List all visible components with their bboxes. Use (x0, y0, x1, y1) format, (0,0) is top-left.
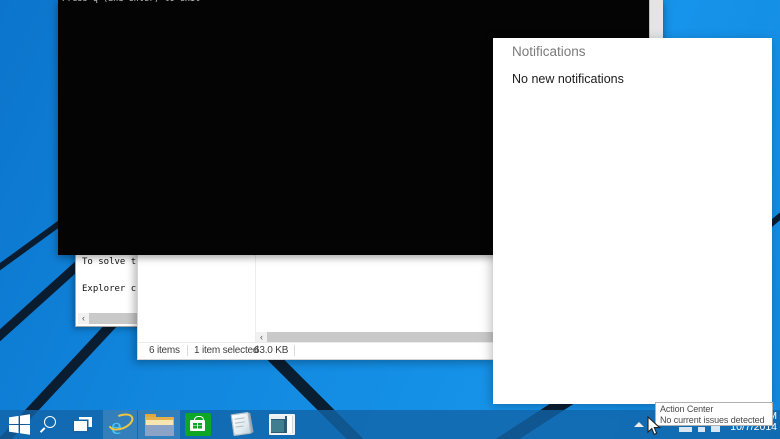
status-divider (294, 345, 295, 356)
explorer-navigation-pane[interactable] (138, 246, 256, 343)
tray-icon-fragment[interactable] (698, 427, 705, 432)
desktop: To solve t Explorer c ‹ ‹ 6 items 1 item… (0, 0, 780, 439)
tooltip-title: Action Center (660, 404, 714, 414)
notifications-empty-message: No new notifications (512, 72, 624, 86)
notepad-text-line: Explorer c (82, 284, 137, 294)
svg-text:e: e (111, 414, 122, 438)
notepad-horizontal-scrollbar[interactable]: ‹ (78, 313, 139, 324)
taskbar-file-explorer[interactable] (138, 410, 180, 439)
explorer-status-bar: 6 items 1 item selected 63.0 KB (138, 342, 495, 359)
status-items-count: 6 items (149, 345, 180, 356)
file-explorer-folder-icon (144, 413, 174, 436)
notepad-window: To solve t Explorer c ‹ (75, 246, 142, 327)
status-selected-count: 1 item selected (194, 345, 259, 356)
search-icon (39, 416, 57, 433)
task-view-button[interactable] (71, 410, 95, 439)
status-divider (187, 345, 188, 356)
windows-logo-icon (8, 414, 30, 435)
app-window-icon (269, 414, 295, 435)
notepad-icon (227, 411, 255, 437)
tooltip-message: No current issues detected (660, 415, 765, 425)
internet-explorer-icon: e (107, 412, 134, 438)
notifications-panel: Notifications No new notifications (493, 38, 772, 404)
notepad-text-line: To solve t (82, 257, 137, 267)
taskbar-internet-explorer[interactable]: e (103, 410, 137, 439)
task-view-icon (73, 417, 93, 432)
search-button[interactable] (38, 410, 58, 439)
start-button[interactable] (4, 410, 34, 439)
mouse-cursor (647, 416, 662, 436)
tray-icon-fragment[interactable] (711, 426, 720, 432)
file-explorer-window: ‹ 6 items 1 item selected 63.0 KB (137, 246, 495, 360)
tray-icon-fragment[interactable] (679, 427, 692, 432)
taskbar-notepad[interactable] (224, 410, 258, 439)
notifications-title: Notifications (512, 44, 586, 59)
status-selected-size: 63.0 KB (254, 345, 289, 356)
scrollbar-thumb[interactable] (89, 313, 139, 324)
scroll-left-arrow-icon[interactable]: ‹ (78, 313, 89, 324)
action-center-tooltip: Action Center No current issues detected (655, 402, 773, 426)
taskbar-app-window[interactable] (266, 410, 298, 439)
windows-store-icon (185, 413, 211, 436)
taskbar-store[interactable] (183, 410, 213, 439)
console-output-text: Press q (and enter) to exit (62, 0, 200, 4)
show-hidden-icons-chevron-icon[interactable] (634, 422, 644, 427)
